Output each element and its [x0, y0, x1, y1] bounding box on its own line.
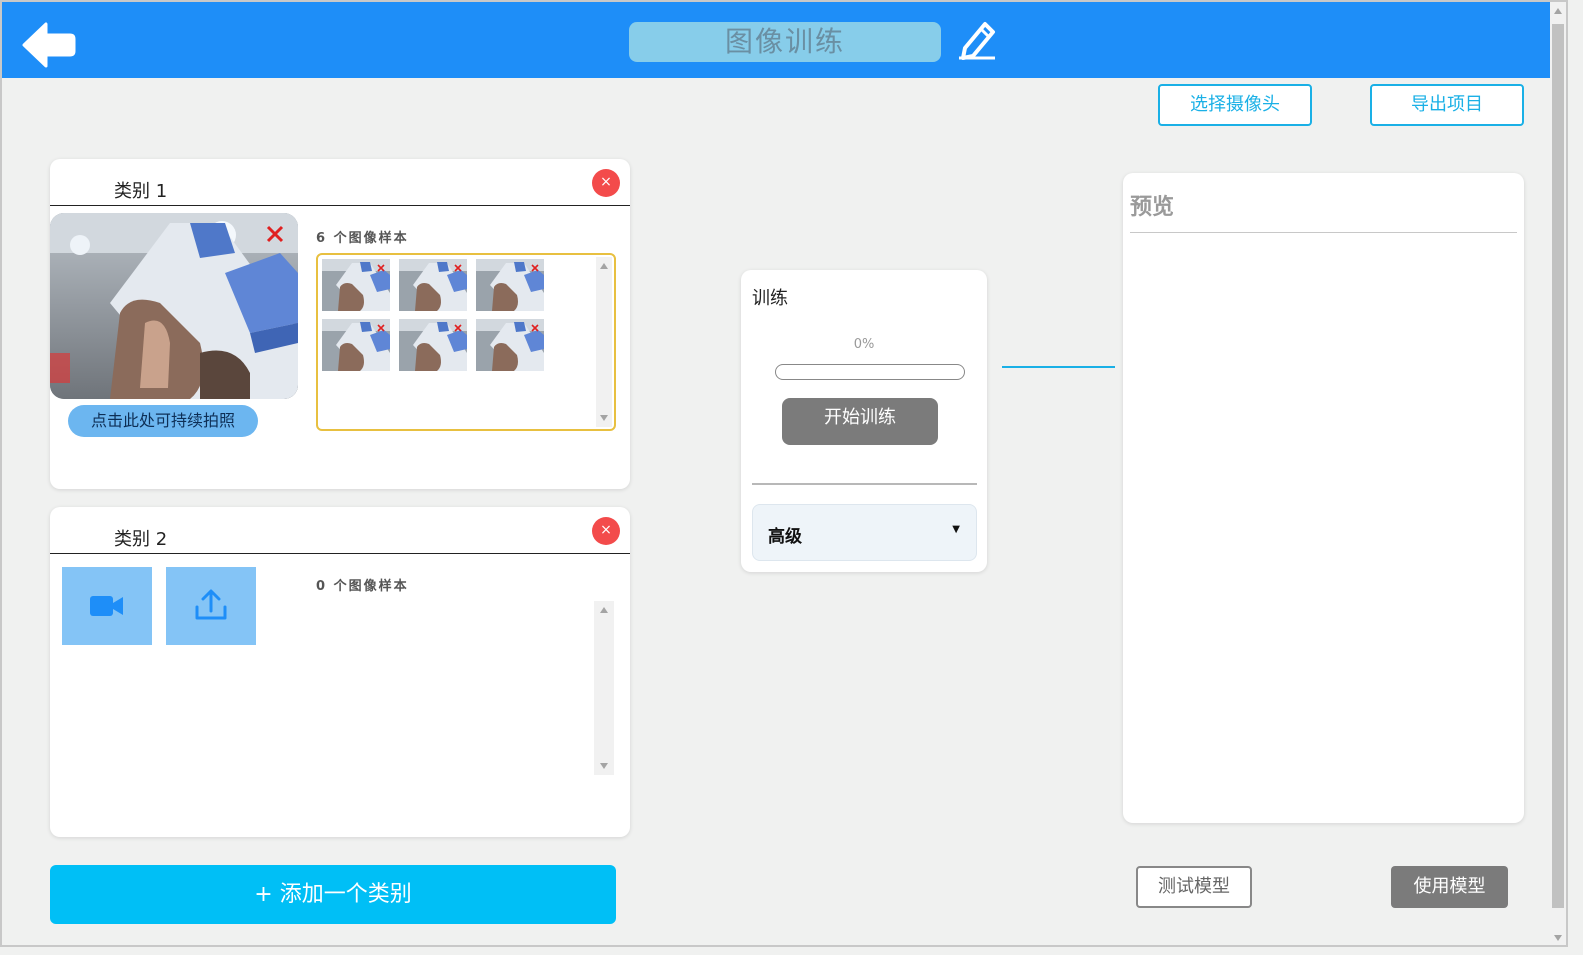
flow-connector — [1002, 366, 1115, 368]
delete-class-button[interactable]: × — [592, 517, 620, 545]
webcam-preview — [50, 213, 298, 399]
back-button[interactable] — [20, 20, 76, 70]
app-window: 图像训练 选择摄像头 导出项目 类别 1 × 点击此处可持续拍照 6 个图像样本… — [0, 0, 1568, 947]
use-model-button[interactable]: 使用模型 — [1391, 866, 1508, 908]
gallery-scrollbar[interactable] — [596, 257, 612, 427]
edit-title-button[interactable] — [957, 18, 999, 60]
class-name[interactable]: 类别 2 — [114, 525, 167, 551]
class-card-2: 类别 2 × 0 个图像样本 — [50, 507, 630, 837]
preview-panel: 预览 — [1123, 173, 1524, 823]
webcam-button[interactable] — [62, 567, 152, 645]
sample-thumbnail[interactable] — [476, 259, 544, 311]
select-camera-button[interactable]: 选择摄像头 — [1158, 84, 1312, 126]
scroll-up-icon[interactable] — [1554, 8, 1562, 14]
back-arrow-icon — [22, 22, 76, 68]
training-title: 训练 — [752, 288, 788, 309]
scroll-down-icon[interactable] — [1554, 935, 1562, 941]
export-project-button[interactable]: 导出项目 — [1370, 84, 1524, 126]
delete-class-button[interactable]: × — [592, 169, 620, 197]
scroll-down-icon[interactable] — [600, 763, 608, 769]
camera-feed-image — [50, 213, 298, 399]
preview-title: 预览 — [1130, 195, 1175, 220]
remove-sample-icon[interactable] — [266, 225, 284, 243]
advanced-settings-toggle[interactable]: 高级 ▼ — [752, 504, 977, 561]
continuous-capture-button[interactable]: 点击此处可持续拍照 — [68, 405, 258, 437]
scroll-up-icon[interactable] — [600, 263, 608, 269]
start-training-button[interactable]: 开始训练 — [782, 398, 938, 445]
chevron-down-icon: ▼ — [952, 524, 960, 535]
scroll-up-icon[interactable] — [600, 607, 608, 613]
window-scrollbar[interactable] — [1550, 2, 1566, 945]
test-model-button[interactable]: 测试模型 — [1136, 866, 1252, 908]
pencil-icon — [959, 22, 995, 60]
sample-gallery — [316, 253, 616, 431]
class-name[interactable]: 类别 1 — [114, 177, 167, 203]
sample-thumbnail[interactable] — [399, 259, 467, 311]
sample-thumbnail[interactable] — [399, 319, 467, 371]
sample-count: 6 个图像样本 — [316, 231, 409, 246]
gallery-scrollbar[interactable] — [594, 601, 614, 775]
divider — [50, 205, 630, 206]
class-card-1: 类别 1 × 点击此处可持续拍照 6 个图像样本 — [50, 159, 630, 489]
sample-count: 0 个图像样本 — [316, 579, 409, 594]
sample-thumbnail[interactable] — [322, 259, 390, 311]
upload-icon — [195, 589, 227, 620]
training-panel: 训练 0% 开始训练 高级 ▼ — [741, 270, 987, 572]
upload-button[interactable] — [166, 567, 256, 645]
divider — [50, 553, 630, 554]
advanced-label: 高级 — [768, 527, 802, 547]
project-title[interactable]: 图像训练 — [629, 22, 941, 62]
progress-percent: 0% — [853, 337, 875, 352]
scrollbar-thumb[interactable] — [1552, 24, 1564, 908]
sample-thumbnail[interactable] — [476, 319, 544, 371]
divider — [752, 483, 977, 485]
add-class-button[interactable]: + 添加一个类别 — [50, 865, 616, 924]
divider — [1130, 232, 1517, 233]
scroll-down-icon[interactable] — [600, 415, 608, 421]
header-bar: 图像训练 — [2, 2, 1566, 78]
video-camera-icon — [90, 596, 123, 616]
sample-thumbnail[interactable] — [322, 319, 390, 371]
progress-bar — [775, 364, 965, 380]
